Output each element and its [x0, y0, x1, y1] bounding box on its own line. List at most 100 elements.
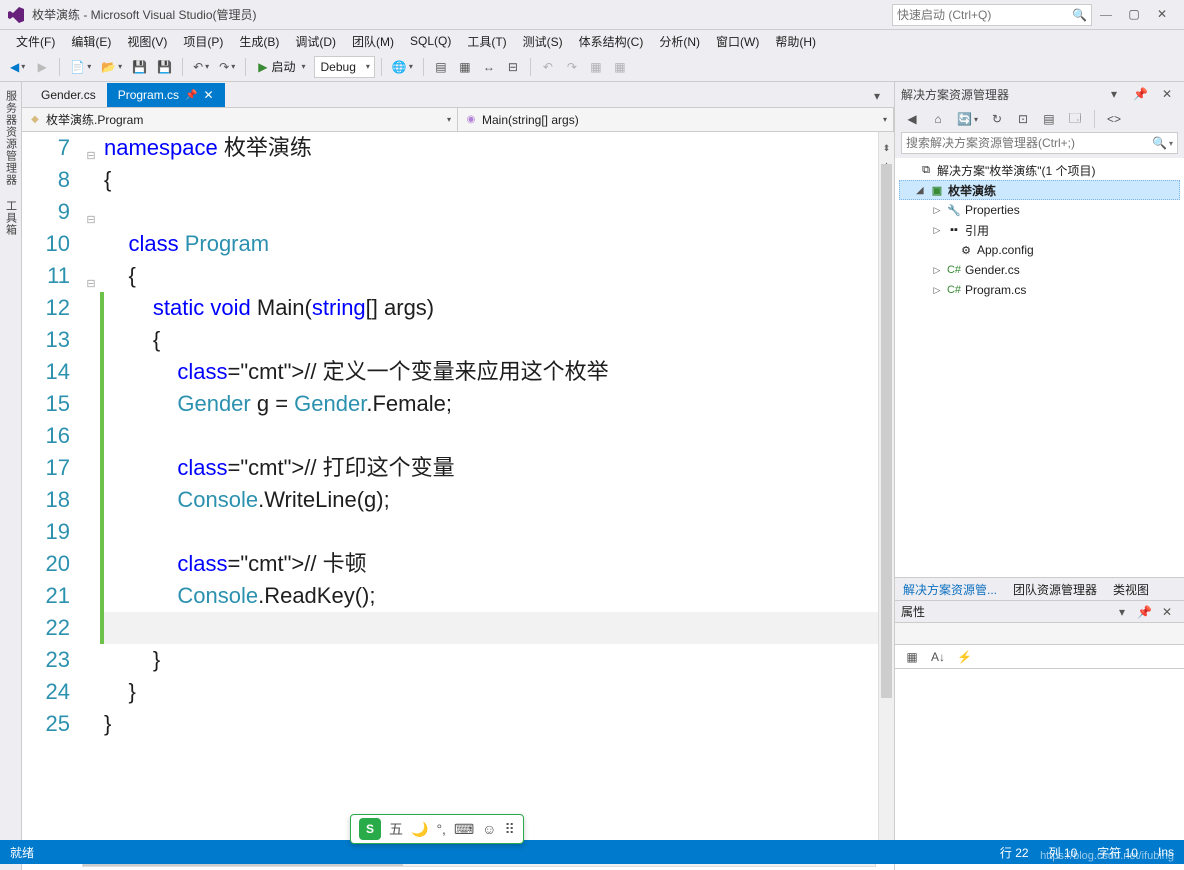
config-dropdown[interactable]: Debug [314, 56, 375, 78]
nav-type-dropdown[interactable]: ◆ 枚举演练.Program [22, 108, 458, 131]
props-close-icon[interactable]: ✕ [1156, 601, 1178, 623]
document-tabstrip: Gender.cs Program.cs 📌 ✕ ▾ [22, 82, 894, 108]
sol-properties-icon[interactable]: 🗔 [1064, 108, 1086, 130]
ime-toolbar[interactable]: S 五 🌙 °, ⌨ ☺ ⠿ [350, 814, 524, 844]
menu-sql[interactable]: SQL(Q) [402, 32, 459, 50]
save-button[interactable]: 💾 [128, 56, 151, 78]
sol-home-icon[interactable]: ⌂ [927, 108, 949, 130]
start-debug-button[interactable]: ▶ 启动 [252, 56, 311, 77]
tree-project[interactable]: ◢ ▣ 枚举演练 [899, 180, 1180, 200]
rtab-team[interactable]: 团队资源管理器 [1005, 578, 1105, 600]
undo-button[interactable]: ↶ [189, 56, 213, 78]
tb-icon-6[interactable]: ↷ [561, 56, 583, 78]
vscroll-thumb[interactable] [881, 164, 892, 698]
props-pin-icon[interactable]: 📌 [1133, 601, 1156, 623]
menu-view[interactable]: 视图(V) [119, 31, 175, 52]
menu-team[interactable]: 团队(M) [344, 31, 402, 52]
tree-solution-root[interactable]: ⧉ 解决方案"枚举演练"(1 个项目) [899, 160, 1180, 180]
tree-references[interactable]: ▷ ▪▪ 引用 [899, 220, 1180, 240]
quick-launch-box[interactable]: 🔍 [892, 4, 1092, 26]
browser-button[interactable]: 🌐 [388, 56, 417, 78]
tb-icon-8[interactable]: ▦ [609, 56, 631, 78]
solution-tree[interactable]: ⧉ 解决方案"枚举演练"(1 个项目) ◢ ▣ 枚举演练 ▷ 🔧 Propert… [895, 158, 1184, 308]
solution-search[interactable]: 🔍▾ [901, 132, 1178, 154]
tree-appconfig[interactable]: ⚙ App.config [899, 240, 1180, 260]
solution-search-input[interactable] [906, 136, 1152, 150]
code-content[interactable]: namespace 枚举演练{ class Program { static v… [104, 132, 878, 848]
ime-punct-icon[interactable]: °, [436, 821, 446, 837]
vertical-scrollbar[interactable]: ⬍ ▴ ▾ [878, 132, 894, 848]
nav-member-dropdown[interactable]: ◉ Main(string[] args) [458, 108, 894, 131]
sol-sync-icon[interactable]: 🔄 [953, 108, 982, 130]
tree-properties[interactable]: ▷ 🔧 Properties [899, 200, 1180, 220]
expand-icon[interactable]: ▷ [931, 205, 943, 216]
menu-window[interactable]: 窗口(W) [708, 31, 767, 52]
menu-project[interactable]: 项目(P) [175, 31, 231, 52]
menu-file[interactable]: 文件(F) [8, 31, 63, 52]
quick-launch-input[interactable] [897, 8, 1072, 22]
tb-icon-2[interactable]: ▦ [454, 56, 476, 78]
search-drop-icon[interactable]: ▾ [1169, 139, 1173, 148]
tb-icon-4[interactable]: ⊟ [502, 56, 524, 78]
ime-logo-icon[interactable]: S [359, 818, 381, 840]
panel-dropdown-icon[interactable]: ▾ [1103, 83, 1125, 105]
sol-code-icon[interactable]: <> [1103, 108, 1125, 130]
panel-close-icon[interactable]: ✕ [1156, 83, 1178, 105]
props-alpha-icon[interactable]: A↓ [927, 646, 949, 668]
minimize-button[interactable]: — [1092, 4, 1120, 26]
tree-gender-cs[interactable]: ▷ C# Gender.cs [899, 260, 1180, 280]
props-object-selector[interactable] [895, 623, 1184, 645]
sol-collapse-icon[interactable]: ⊡ [1012, 108, 1034, 130]
props-categorized-icon[interactable]: ▦ [901, 646, 923, 668]
close-tab-icon[interactable]: ✕ [204, 88, 214, 102]
open-file-button[interactable]: 📂 [97, 56, 126, 78]
menu-test[interactable]: 测试(S) [515, 31, 571, 52]
redo-button[interactable]: ↷ [215, 56, 239, 78]
scroll-up-icon[interactable]: ▴ [879, 148, 894, 164]
expand-icon[interactable]: ▷ [931, 285, 943, 296]
menu-help[interactable]: 帮助(H) [767, 31, 824, 52]
rail-toolbox[interactable]: 工具箱 [3, 196, 19, 240]
tab-gender[interactable]: Gender.cs [30, 83, 107, 107]
code-editor[interactable]: 78910111213141516171819202122232425 ⊟⊟⊟ … [22, 132, 894, 848]
ime-mode[interactable]: 五 [389, 819, 403, 839]
save-all-button[interactable]: 💾 [153, 56, 176, 78]
pin-icon[interactable]: 📌 [185, 90, 197, 101]
ime-keyboard-icon[interactable]: ⌨ [454, 821, 474, 838]
panel-pin-icon[interactable]: 📌 [1129, 83, 1152, 105]
menu-analyze[interactable]: 分析(N) [651, 31, 708, 52]
nav-back-button[interactable]: ◀ [6, 56, 29, 78]
new-project-button[interactable]: 📄 [66, 56, 95, 78]
ime-emoji-icon[interactable]: ☺ [482, 821, 496, 837]
menu-debug[interactable]: 调试(D) [287, 31, 344, 52]
split-icon[interactable]: ⬍ [879, 132, 894, 148]
ime-menu-icon[interactable]: ⠿ [504, 821, 514, 838]
sol-refresh-icon[interactable]: ↻ [986, 108, 1008, 130]
fold-column[interactable]: ⊟⊟⊟ [82, 132, 100, 848]
tb-icon-7[interactable]: ▦ [585, 56, 607, 78]
tab-overflow-button[interactable]: ▾ [866, 85, 888, 107]
tree-program-cs[interactable]: ▷ C# Program.cs [899, 280, 1180, 300]
tb-icon-3[interactable]: ↔ [478, 56, 500, 78]
menu-edit[interactable]: 编辑(E) [63, 31, 119, 52]
tab-program[interactable]: Program.cs 📌 ✕ [107, 83, 225, 107]
sol-showall-icon[interactable]: ▤ [1038, 108, 1060, 130]
nav-forward-button[interactable]: ▶ [31, 56, 53, 78]
tb-icon-1[interactable]: ▤ [430, 56, 452, 78]
rail-server-explorer[interactable]: 服务器资源管理器 [3, 86, 19, 190]
menu-arch[interactable]: 体系结构(C) [571, 31, 652, 52]
props-dropdown-icon[interactable]: ▾ [1111, 601, 1133, 623]
maximize-button[interactable]: ▢ [1120, 4, 1148, 26]
expand-icon[interactable]: ◢ [914, 185, 926, 196]
props-events-icon[interactable]: ⚡ [953, 646, 976, 668]
rtab-solution[interactable]: 解决方案资源管... [895, 578, 1005, 600]
ime-moon-icon[interactable]: 🌙 [411, 821, 428, 838]
menu-build[interactable]: 生成(B) [231, 31, 287, 52]
menu-tools[interactable]: 工具(T) [459, 31, 514, 52]
expand-icon[interactable]: ▷ [931, 225, 943, 236]
rtab-classview[interactable]: 类视图 [1105, 578, 1157, 600]
tb-icon-5[interactable]: ↶ [537, 56, 559, 78]
expand-icon[interactable]: ▷ [931, 265, 943, 276]
sol-back-icon[interactable]: ◀ [901, 108, 923, 130]
close-button[interactable]: ✕ [1148, 4, 1176, 26]
